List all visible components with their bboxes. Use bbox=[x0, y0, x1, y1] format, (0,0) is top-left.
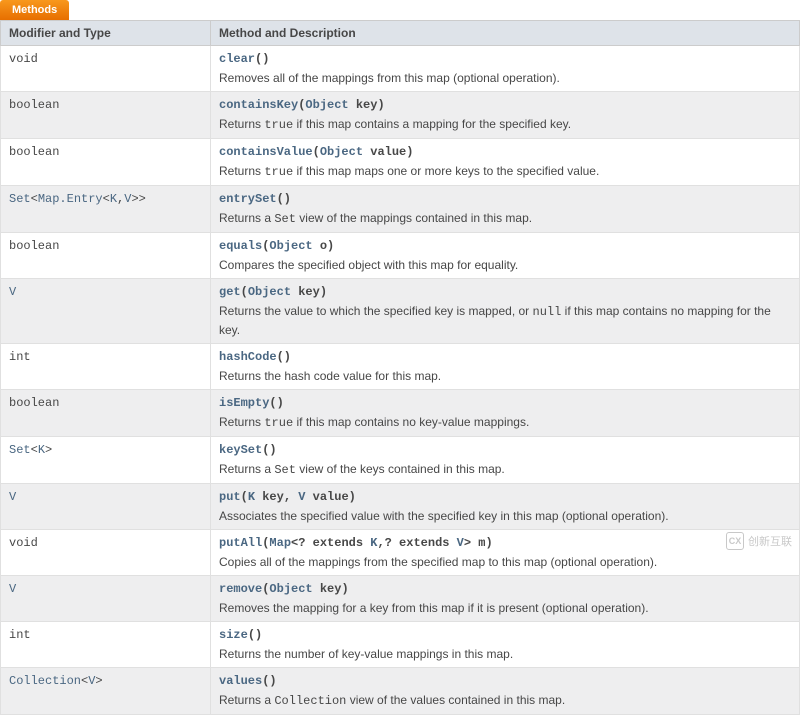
method-signature[interactable]: remove(Object key) bbox=[219, 580, 791, 598]
method-signature[interactable]: containsValue(Object value) bbox=[219, 143, 791, 161]
method-signature[interactable]: put(K key, V value) bbox=[219, 488, 791, 506]
table-row: Vget(Object key)Returns the value to whi… bbox=[1, 279, 800, 344]
method-signature[interactable]: get(Object key) bbox=[219, 283, 791, 301]
modifier-type: boolean bbox=[1, 233, 211, 279]
method-signature[interactable]: size() bbox=[219, 626, 791, 644]
method-description: Copies all of the mappings from the spec… bbox=[219, 553, 791, 571]
modifier-type: V bbox=[1, 576, 211, 622]
modifier-type: int bbox=[1, 622, 211, 668]
method-signature[interactable]: values() bbox=[219, 672, 791, 690]
modifier-type: boolean bbox=[1, 390, 211, 437]
method-cell: isEmpty()Returns true if this map contai… bbox=[211, 390, 800, 437]
method-description: Returns true if this map contains a mapp… bbox=[219, 115, 791, 134]
table-row: voidputAll(Map<? extends K,? extends V> … bbox=[1, 530, 800, 576]
watermark-text: 创新互联 bbox=[748, 533, 792, 549]
modifier-type: boolean bbox=[1, 92, 211, 139]
method-cell: keySet()Returns a Set view of the keys c… bbox=[211, 437, 800, 484]
method-cell: hashCode()Returns the hash code value fo… bbox=[211, 344, 800, 390]
table-row: Collection<V>values()Returns a Collectio… bbox=[1, 668, 800, 715]
method-cell: containsKey(Object key)Returns true if t… bbox=[211, 92, 800, 139]
table-row: booleanisEmpty()Returns true if this map… bbox=[1, 390, 800, 437]
method-description: Returns the value to which the specified… bbox=[219, 302, 791, 339]
tab-methods[interactable]: Methods bbox=[0, 0, 69, 20]
modifier-type: Collection<V> bbox=[1, 668, 211, 715]
method-signature[interactable]: putAll(Map<? extends K,? extends V> m) bbox=[219, 534, 791, 552]
method-signature[interactable]: containsKey(Object key) bbox=[219, 96, 791, 114]
method-cell: values()Returns a Collection view of the… bbox=[211, 668, 800, 715]
col-header-modifier: Modifier and Type bbox=[1, 21, 211, 46]
method-description: Returns the hash code value for this map… bbox=[219, 367, 791, 385]
method-cell: remove(Object key)Removes the mapping fo… bbox=[211, 576, 800, 622]
table-row: voidclear()Removes all of the mappings f… bbox=[1, 46, 800, 92]
table-row: Vremove(Object key)Removes the mapping f… bbox=[1, 576, 800, 622]
method-cell: get(Object key)Returns the value to whic… bbox=[211, 279, 800, 344]
method-description: Returns the number of key-value mappings… bbox=[219, 645, 791, 663]
modifier-type: void bbox=[1, 530, 211, 576]
table-row: booleancontainsKey(Object key)Returns tr… bbox=[1, 92, 800, 139]
modifier-type: V bbox=[1, 279, 211, 344]
method-description: Returns a Set view of the mappings conta… bbox=[219, 209, 791, 228]
method-cell: size()Returns the number of key-value ma… bbox=[211, 622, 800, 668]
method-signature[interactable]: clear() bbox=[219, 50, 791, 68]
table-row: Set<Map.Entry<K,V>>entrySet()Returns a S… bbox=[1, 186, 800, 233]
method-description: Returns true if this map contains no key… bbox=[219, 413, 791, 432]
table-row: booleancontainsValue(Object value)Return… bbox=[1, 139, 800, 186]
method-cell: equals(Object o)Compares the specified o… bbox=[211, 233, 800, 279]
modifier-type: void bbox=[1, 46, 211, 92]
col-header-method: Method and Description bbox=[211, 21, 800, 46]
method-cell: clear()Removes all of the mappings from … bbox=[211, 46, 800, 92]
table-row: inthashCode()Returns the hash code value… bbox=[1, 344, 800, 390]
method-description: Returns a Set view of the keys contained… bbox=[219, 460, 791, 479]
method-cell: putAll(Map<? extends K,? extends V> m)Co… bbox=[211, 530, 800, 576]
watermark-logo-icon: CX bbox=[726, 532, 744, 550]
table-row: booleanequals(Object o)Compares the spec… bbox=[1, 233, 800, 279]
methods-table: Modifier and Type Method and Description… bbox=[0, 20, 800, 715]
method-cell: put(K key, V value)Associates the specif… bbox=[211, 484, 800, 530]
method-cell: entrySet()Returns a Set view of the mapp… bbox=[211, 186, 800, 233]
method-description: Compares the specified object with this … bbox=[219, 256, 791, 274]
method-description: Removes all of the mappings from this ma… bbox=[219, 69, 791, 87]
method-signature[interactable]: entrySet() bbox=[219, 190, 791, 208]
method-description: Removes the mapping for a key from this … bbox=[219, 599, 791, 617]
table-row: intsize()Returns the number of key-value… bbox=[1, 622, 800, 668]
method-description: Returns a Collection view of the values … bbox=[219, 691, 791, 710]
modifier-type: V bbox=[1, 484, 211, 530]
modifier-type: Set<K> bbox=[1, 437, 211, 484]
table-row: Set<K>keySet()Returns a Set view of the … bbox=[1, 437, 800, 484]
modifier-type: int bbox=[1, 344, 211, 390]
method-signature[interactable]: isEmpty() bbox=[219, 394, 791, 412]
method-signature[interactable]: equals(Object o) bbox=[219, 237, 791, 255]
watermark: CX 创新互联 bbox=[726, 532, 792, 550]
method-cell: containsValue(Object value)Returns true … bbox=[211, 139, 800, 186]
method-description: Associates the specified value with the … bbox=[219, 507, 791, 525]
modifier-type: boolean bbox=[1, 139, 211, 186]
method-signature[interactable]: keySet() bbox=[219, 441, 791, 459]
method-signature[interactable]: hashCode() bbox=[219, 348, 791, 366]
method-description: Returns true if this map maps one or mor… bbox=[219, 162, 791, 181]
table-row: Vput(K key, V value)Associates the speci… bbox=[1, 484, 800, 530]
modifier-type: Set<Map.Entry<K,V>> bbox=[1, 186, 211, 233]
